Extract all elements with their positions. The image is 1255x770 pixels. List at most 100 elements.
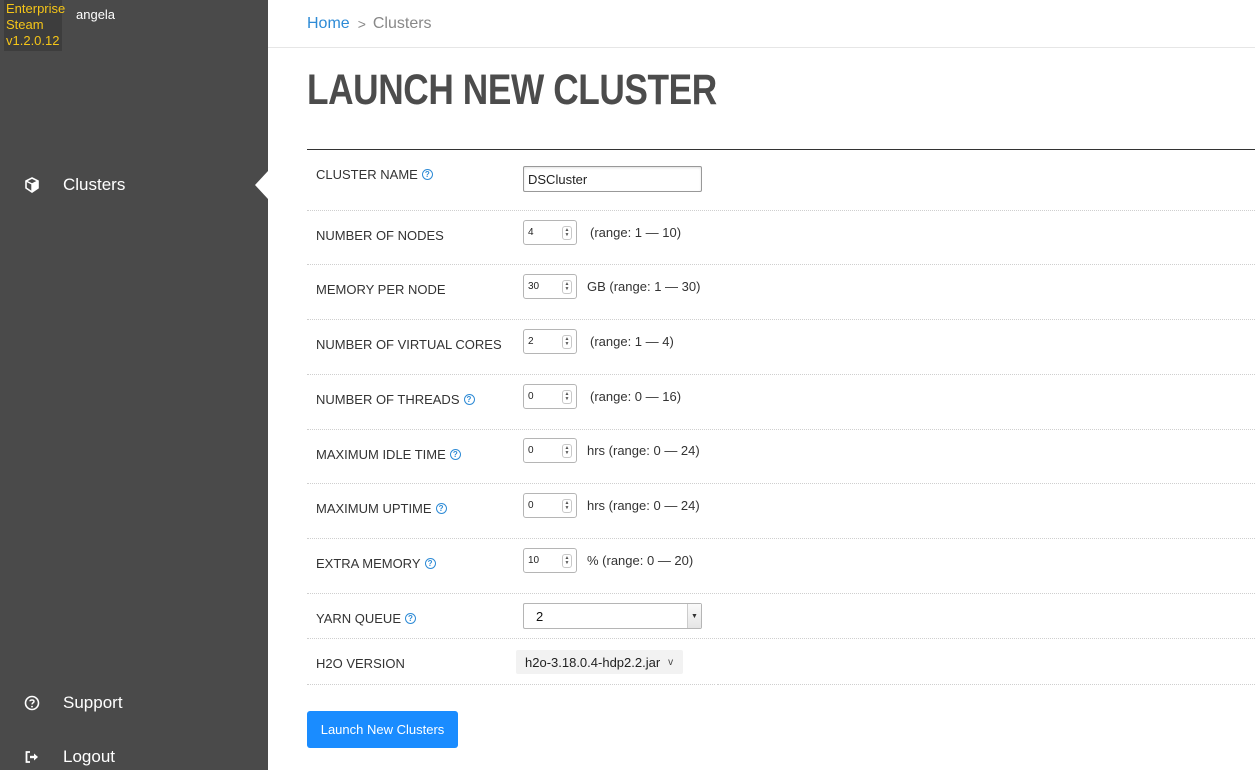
- brand-name-line1: Enterprise: [6, 1, 66, 16]
- cube-icon: [22, 175, 42, 195]
- field-label: NUMBER OF NODES: [316, 228, 444, 243]
- idle-time-field-wrap: 0 ▲ ▼ hrs (range: 0 — 24): [523, 438, 700, 463]
- extra-memory-stepper[interactable]: 10 ▲ ▼: [523, 548, 577, 573]
- help-icon[interactable]: ?: [463, 394, 475, 405]
- nodes-label: NUMBER OF NODES: [316, 228, 444, 243]
- field-label: MAXIMUM UPTIME: [316, 501, 432, 516]
- form-row-memory: MEMORY PER NODE 30 ▲ ▼ GB (range: 1 — 30): [307, 265, 1255, 320]
- form-row-idle-time: MAXIMUM IDLE TIME ? 0 ▲ ▼ hrs (range: 0 —…: [307, 430, 1255, 484]
- threads-range-hint: (range: 0 — 16): [590, 389, 682, 404]
- active-indicator: [255, 171, 268, 199]
- field-label: H2O VERSION: [316, 656, 405, 671]
- h2o-version-value: h2o-3.18.0.4-hdp2.2.jar: [525, 654, 661, 670]
- help-icon[interactable]: ?: [405, 613, 416, 624]
- spinner-icon[interactable]: ▲ ▼: [562, 389, 572, 404]
- form-row-h2o-version: H2O VERSION h2o-3.18.0.4-hdp2.2.jar v: [307, 639, 1255, 685]
- nodes-stepper[interactable]: 4 ▲ ▼: [523, 220, 577, 245]
- vcores-stepper[interactable]: 2 ▲ ▼: [523, 329, 577, 354]
- memory-range-hint: GB (range: 1 — 30): [587, 279, 701, 294]
- help-icon[interactable]: ?: [424, 558, 436, 569]
- memory-label: MEMORY PER NODE: [316, 282, 446, 297]
- spinner-icon[interactable]: ▲ ▼: [562, 498, 572, 513]
- cluster-name-field-wrap: [523, 166, 702, 192]
- breadcrumb-home-link[interactable]: Home: [307, 15, 350, 33]
- field-label: NUMBER OF VIRTUAL CORES: [316, 337, 502, 352]
- memory-value: 30: [528, 281, 540, 292]
- uptime-stepper[interactable]: 0 ▲ ▼: [523, 493, 577, 518]
- idle-time-range-hint: hrs (range: 0 — 24): [587, 443, 700, 458]
- yarn-queue-label: YARN QUEUE ?: [316, 611, 416, 626]
- spinner-icon[interactable]: ▲ ▼: [562, 553, 572, 568]
- select-arrow-icon: ▼: [687, 604, 701, 628]
- sidebar: Enterprise Steam v1.2.0.12 angela Cluste…: [0, 0, 268, 770]
- extra-memory-label: EXTRA MEMORY ?: [316, 556, 436, 571]
- form-row-nodes: NUMBER OF NODES 4 ▲ ▼ (range: 1 — 10): [307, 211, 1255, 265]
- sidebar-item-label: Clusters: [63, 175, 126, 194]
- logout-icon: [22, 747, 42, 767]
- field-label: EXTRA MEMORY: [316, 556, 421, 571]
- threads-label: NUMBER OF THREADS ?: [316, 392, 475, 407]
- form-row-extra-memory: EXTRA MEMORY ? 10 ▲ ▼ % (range: 0 — 20): [307, 539, 1255, 594]
- form-row-yarn-queue: YARN QUEUE ? 2 ▼: [307, 594, 1255, 639]
- extra-memory-value: 10: [528, 555, 540, 566]
- sidebar-item-clusters[interactable]: Clusters: [0, 170, 268, 200]
- breadcrumb-separator: >: [357, 15, 366, 32]
- yarn-queue-field-wrap: 2 ▼: [523, 603, 702, 629]
- spinner-icon[interactable]: ▲ ▼: [562, 334, 572, 349]
- field-label: YARN QUEUE: [316, 611, 401, 626]
- idle-time-value: 0: [528, 445, 534, 456]
- yarn-queue-value: 2: [536, 608, 544, 624]
- uptime-field-wrap: 0 ▲ ▼ hrs (range: 0 — 24): [523, 493, 700, 518]
- uptime-range-hint: hrs (range: 0 — 24): [587, 498, 700, 513]
- launch-new-clusters-button[interactable]: Launch New Clusters: [307, 711, 458, 748]
- cluster-name-label: CLUSTER NAME ?: [316, 167, 433, 182]
- h2o-version-field-wrap: h2o-3.18.0.4-hdp2.2.jar v: [516, 650, 684, 674]
- row-divider: [717, 684, 1255, 685]
- vcores-field-wrap: 2 ▲ ▼ (range: 1 — 4): [523, 329, 674, 354]
- brand-logo: Enterprise Steam v1.2.0.12: [4, 0, 66, 51]
- field-label: NUMBER OF THREADS: [316, 392, 460, 407]
- breadcrumb-current: Clusters: [372, 14, 432, 32]
- h2o-version-select[interactable]: h2o-3.18.0.4-hdp2.2.jar v: [516, 650, 684, 674]
- spinner-icon[interactable]: ▲ ▼: [562, 279, 572, 294]
- nodes-field-wrap: 4 ▲ ▼ (range: 1 — 10): [523, 220, 681, 245]
- threads-value: 0: [528, 391, 534, 402]
- spinner-icon[interactable]: ▲ ▼: [562, 225, 572, 240]
- sidebar-item-label: Logout: [63, 747, 115, 766]
- spinner-icon[interactable]: ▲ ▼: [562, 443, 572, 458]
- cluster-name-input[interactable]: [523, 166, 702, 192]
- row-divider: [307, 684, 715, 685]
- idle-time-stepper[interactable]: 0 ▲ ▼: [523, 438, 577, 463]
- user-name: angela: [76, 7, 116, 22]
- field-label: CLUSTER NAME: [316, 167, 418, 182]
- sidebar-item-logout[interactable]: Logout: [0, 742, 268, 770]
- nodes-value: 4: [528, 227, 534, 238]
- idle-time-label: MAXIMUM IDLE TIME ?: [316, 447, 461, 462]
- extra-memory-range-hint: % (range: 0 — 20): [587, 553, 694, 568]
- page-title: LAUNCH NEW CLUSTER: [307, 66, 717, 114]
- sidebar-item-support[interactable]: Support: [0, 688, 268, 718]
- form-row-cluster-name: CLUSTER NAME ?: [307, 150, 1255, 211]
- nodes-range-hint: (range: 1 — 10): [590, 225, 682, 240]
- memory-stepper[interactable]: 30 ▲ ▼: [523, 274, 577, 299]
- extra-memory-field-wrap: 10 ▲ ▼ % (range: 0 — 20): [523, 548, 693, 573]
- brand-version: v1.2.0.12: [6, 33, 60, 48]
- vcores-label: NUMBER OF VIRTUAL CORES: [316, 337, 502, 352]
- help-icon[interactable]: ?: [435, 503, 447, 514]
- vcores-value: 2: [528, 336, 534, 347]
- main-content: Home > Clusters LAUNCH NEW CLUSTER CLUST…: [268, 0, 1255, 770]
- sidebar-item-label: Support: [63, 693, 123, 712]
- brand-name-line2: Steam: [6, 17, 44, 32]
- yarn-queue-select[interactable]: 2 ▼: [523, 603, 702, 629]
- form-row-vcores: NUMBER OF VIRTUAL CORES 2 ▲ ▼ (range: 1 —…: [307, 320, 1255, 375]
- breadcrumb: Home > Clusters: [268, 0, 1255, 48]
- vcores-range-hint: (range: 1 — 4): [590, 334, 674, 349]
- uptime-label: MAXIMUM UPTIME ?: [316, 501, 447, 516]
- memory-field-wrap: 30 ▲ ▼ GB (range: 1 — 30): [523, 274, 700, 299]
- help-icon[interactable]: ?: [449, 449, 461, 460]
- help-circle-icon: [22, 693, 42, 713]
- threads-stepper[interactable]: 0 ▲ ▼: [523, 384, 577, 409]
- field-label: MAXIMUM IDLE TIME: [316, 447, 446, 462]
- form-row-uptime: MAXIMUM UPTIME ? 0 ▲ ▼ hrs (range: 0 — 24…: [307, 484, 1255, 539]
- help-icon[interactable]: ?: [421, 169, 433, 180]
